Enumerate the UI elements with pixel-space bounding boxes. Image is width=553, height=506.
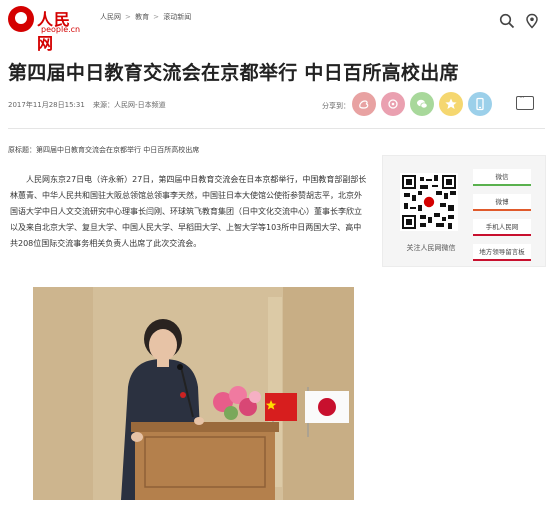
article-title: 第四届中日教育交流会在京都举行 中日百所高校出席: [8, 62, 459, 84]
share-qzone-button[interactable]: [439, 92, 463, 116]
logo-mark-icon: [8, 6, 34, 32]
qr-code: [400, 173, 458, 231]
qzone-icon: [445, 98, 457, 109]
article-photo: [33, 287, 354, 500]
breadcrumb: 人民网 > 教育 > 滚动新闻: [100, 12, 192, 22]
wechat-follow-button[interactable]: 微信: [473, 169, 531, 186]
share-label: 分享到：: [322, 102, 350, 110]
mobile-icon: [476, 97, 484, 111]
weibo-icon: [359, 100, 369, 109]
qr-code-icon: [400, 173, 458, 231]
article-meta: 2017年11月28日15:31 来源：人民网-日本频道: [8, 100, 172, 110]
article-source[interactable]: 来源：人民网-日本频道: [93, 101, 166, 109]
mobile-people-button[interactable]: 手机人民网: [473, 219, 531, 236]
share-weibo-button[interactable]: [352, 92, 376, 116]
search-icon[interactable]: [499, 13, 515, 29]
share-wechat-button[interactable]: [410, 92, 434, 116]
qr-label: 关注人民网微信: [406, 244, 456, 252]
original-title: 原标题：第四届中日教育交流会在京都举行 中日百所高校出席: [8, 146, 200, 154]
publish-date: 2017年11月28日15:31: [8, 101, 85, 109]
site-header: 人民网 people.cn 人民网 > 教育 > 滚动新闻: [0, 0, 553, 53]
comment-icon[interactable]: [516, 93, 534, 110]
share-tencent-weibo-button[interactable]: [381, 92, 405, 116]
sidebar-follow-panel: 关注人民网微信 微信 微博 手机人民网 地方领导留言板: [382, 155, 546, 267]
location-pin-icon[interactable]: [524, 13, 540, 29]
weibo-follow-button[interactable]: 微博: [473, 194, 531, 211]
tencent-weibo-icon: [388, 99, 398, 109]
divider: [8, 128, 545, 129]
people-logo[interactable]: 人民网 people.cn: [8, 6, 86, 53]
article-body: 人民网东京27日电（许永新）27日，第四届中日教育交流会在日本京都举行，中国教育…: [10, 175, 367, 248]
photo-scene: [33, 287, 354, 500]
wechat-icon: [417, 99, 428, 109]
leader-message-board-button[interactable]: 地方领导留言板: [473, 244, 531, 261]
breadcrumb-education[interactable]: 教育: [135, 12, 149, 22]
logo-url: people.cn: [41, 25, 81, 34]
share-mobile-button[interactable]: [468, 92, 492, 116]
breadcrumb-home[interactable]: 人民网: [100, 12, 121, 22]
breadcrumb-news[interactable]: 滚动新闻: [163, 12, 191, 22]
